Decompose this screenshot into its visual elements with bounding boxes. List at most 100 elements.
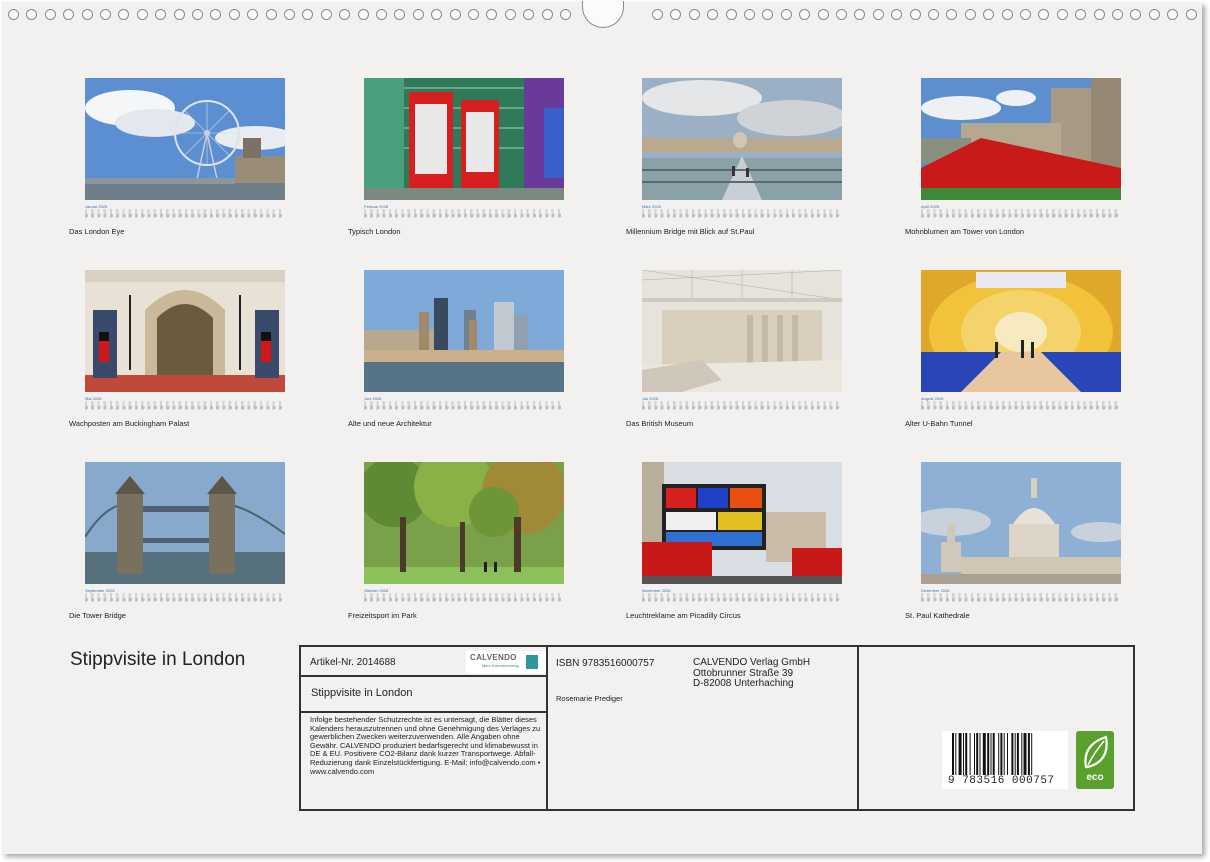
binding-ring-icon bbox=[1056, 9, 1068, 20]
binding-ring-icon bbox=[210, 9, 222, 20]
calendar-title: Stippvisite in London bbox=[70, 649, 246, 670]
british-museum-photo bbox=[642, 270, 842, 392]
binding-ring-icon bbox=[265, 9, 277, 20]
day-grid bbox=[921, 401, 1121, 410]
logo-tagline: Mein Kalenderverlag bbox=[482, 663, 519, 668]
binding-ring-icon bbox=[1038, 9, 1050, 20]
binding-ring-icon bbox=[357, 9, 369, 20]
photo-caption: Alter U-Bahn Tunnel bbox=[905, 419, 973, 428]
binding-ring-icon bbox=[1167, 9, 1179, 20]
binding-ring-icon bbox=[799, 9, 811, 20]
day-grid bbox=[364, 593, 564, 602]
divider bbox=[300, 675, 546, 677]
barcode: 9 783516 000757 bbox=[942, 731, 1068, 789]
binding-ring-icon bbox=[1093, 9, 1105, 20]
binding-ring-icon bbox=[560, 9, 571, 20]
park-photo bbox=[364, 462, 564, 584]
binding-ring-icon bbox=[854, 9, 866, 20]
photo-caption: St. Paul Kathedrale bbox=[905, 611, 970, 620]
logo-text: CALVENDO bbox=[470, 653, 517, 662]
eco-badge: eco bbox=[1076, 731, 1114, 789]
tower-poppies-photo bbox=[921, 78, 1121, 200]
isbn: ISBN 9783516000757 bbox=[556, 658, 655, 669]
photo-caption: Freizeitsport im Park bbox=[348, 611, 417, 620]
binding-ring-icon bbox=[192, 9, 203, 20]
binding-ring-icon bbox=[136, 9, 148, 20]
binding-ring-icon bbox=[63, 9, 75, 20]
binding-ring-icon bbox=[1112, 9, 1123, 20]
binding-ring-icon bbox=[81, 9, 93, 20]
binding-ring-icon bbox=[449, 9, 461, 20]
divider bbox=[300, 711, 546, 713]
binding-ring-icon bbox=[1001, 9, 1013, 20]
binding-ring-icon bbox=[431, 9, 443, 20]
phone-box-photo bbox=[364, 78, 564, 200]
millennium-bridge-photo bbox=[642, 78, 842, 200]
calvendo-logo: CALVENDO Mein Kalenderverlag bbox=[466, 651, 546, 673]
binding-ring-icon bbox=[247, 9, 259, 20]
skyline-photo bbox=[364, 270, 564, 392]
binding-ring-icon bbox=[983, 9, 995, 20]
photo-caption: Mohnblumen am Tower von London bbox=[905, 227, 1025, 236]
binding-ring-icon bbox=[228, 9, 240, 20]
photo-caption: Typisch London bbox=[348, 227, 401, 236]
st-pauls-photo bbox=[921, 462, 1121, 584]
binding-ring-icon bbox=[762, 9, 774, 20]
calendar-subtitle: Stippvisite in London bbox=[311, 687, 413, 699]
binding-ring-icon bbox=[964, 9, 976, 20]
london-eye-photo bbox=[85, 78, 285, 200]
photo-caption: Das London Eye bbox=[69, 227, 125, 236]
binding-ring-icon bbox=[744, 9, 755, 20]
day-grid bbox=[921, 209, 1121, 218]
binding-ring-icon bbox=[652, 9, 663, 20]
barcode-bars-icon bbox=[952, 733, 1033, 775]
photo-caption: Das British Museum bbox=[626, 419, 694, 428]
leaf-icon bbox=[1084, 735, 1108, 769]
binding-ring-icon bbox=[1185, 9, 1197, 20]
photo-caption: Wachposten am Buckingham Palast bbox=[69, 419, 190, 428]
binding-ring-icon bbox=[780, 9, 792, 20]
binding-ring-icon bbox=[872, 9, 884, 20]
binding-ring-icon bbox=[155, 9, 167, 20]
day-grid bbox=[85, 593, 285, 602]
binding-ring-icon bbox=[412, 9, 424, 20]
binding-ring-icon bbox=[928, 9, 939, 20]
article-number: Artikel-Nr. 2014688 bbox=[310, 657, 396, 668]
binding-ring-icon bbox=[1130, 9, 1142, 20]
binding-ring-icon bbox=[836, 9, 847, 20]
photo-caption: Die Tower Bridge bbox=[69, 611, 126, 620]
binding-ring-icon bbox=[468, 9, 479, 20]
barcode-digits: 9 783516 000757 bbox=[948, 775, 1055, 787]
binding-ring-icon bbox=[320, 9, 332, 20]
binding-ring-icon bbox=[891, 9, 903, 20]
binding-ring-icon bbox=[8, 9, 19, 20]
photo-caption: Millennium Bridge mit Blick auf St.Paul bbox=[626, 227, 755, 236]
binding-ring-icon bbox=[670, 9, 682, 20]
eco-label: eco bbox=[1086, 772, 1104, 783]
binding-ring-icon bbox=[523, 9, 535, 20]
binding-ring-icon bbox=[725, 9, 737, 20]
day-grid bbox=[642, 209, 842, 218]
binding-ring-icon bbox=[173, 9, 185, 20]
binding-ring-icon bbox=[1020, 9, 1031, 20]
publisher-city: D-82008 Unterhaching bbox=[693, 678, 794, 689]
binding-ring-icon bbox=[302, 9, 314, 20]
day-grid bbox=[642, 401, 842, 410]
tower-bridge-photo bbox=[85, 462, 285, 584]
piccadilly-photo bbox=[642, 462, 842, 584]
day-grid bbox=[364, 209, 564, 218]
day-grid bbox=[921, 593, 1121, 602]
binding-ring-icon bbox=[26, 9, 38, 20]
binding-ring-icon bbox=[486, 9, 498, 20]
binding-ring-icon bbox=[376, 9, 387, 20]
binding-ring-icon bbox=[817, 9, 829, 20]
binding-ring-icon bbox=[339, 9, 351, 20]
day-grid bbox=[85, 401, 285, 410]
binding-ring-icon bbox=[100, 9, 111, 20]
binding-ring-icon bbox=[118, 9, 130, 20]
day-grid bbox=[642, 593, 842, 602]
tube-tunnel-photo bbox=[921, 270, 1121, 392]
calvendo-mark-icon bbox=[526, 655, 538, 669]
publisher-address: CALVENDO Verlag GmbH Ottobrunner Straße … bbox=[693, 657, 810, 690]
binding-ring-icon bbox=[1075, 9, 1087, 20]
